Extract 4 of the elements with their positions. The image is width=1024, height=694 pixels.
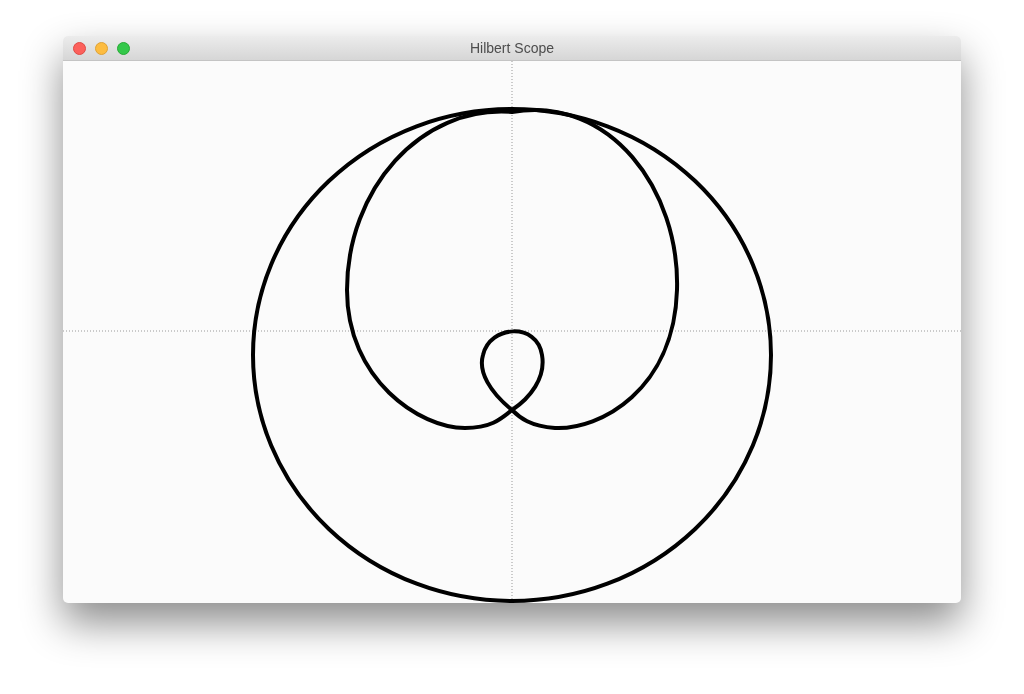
- window-title: Hilbert Scope: [469, 38, 554, 58]
- minimize-button[interactable]: [95, 42, 108, 55]
- close-button[interactable]: [73, 42, 86, 55]
- zoom-button[interactable]: [117, 42, 130, 55]
